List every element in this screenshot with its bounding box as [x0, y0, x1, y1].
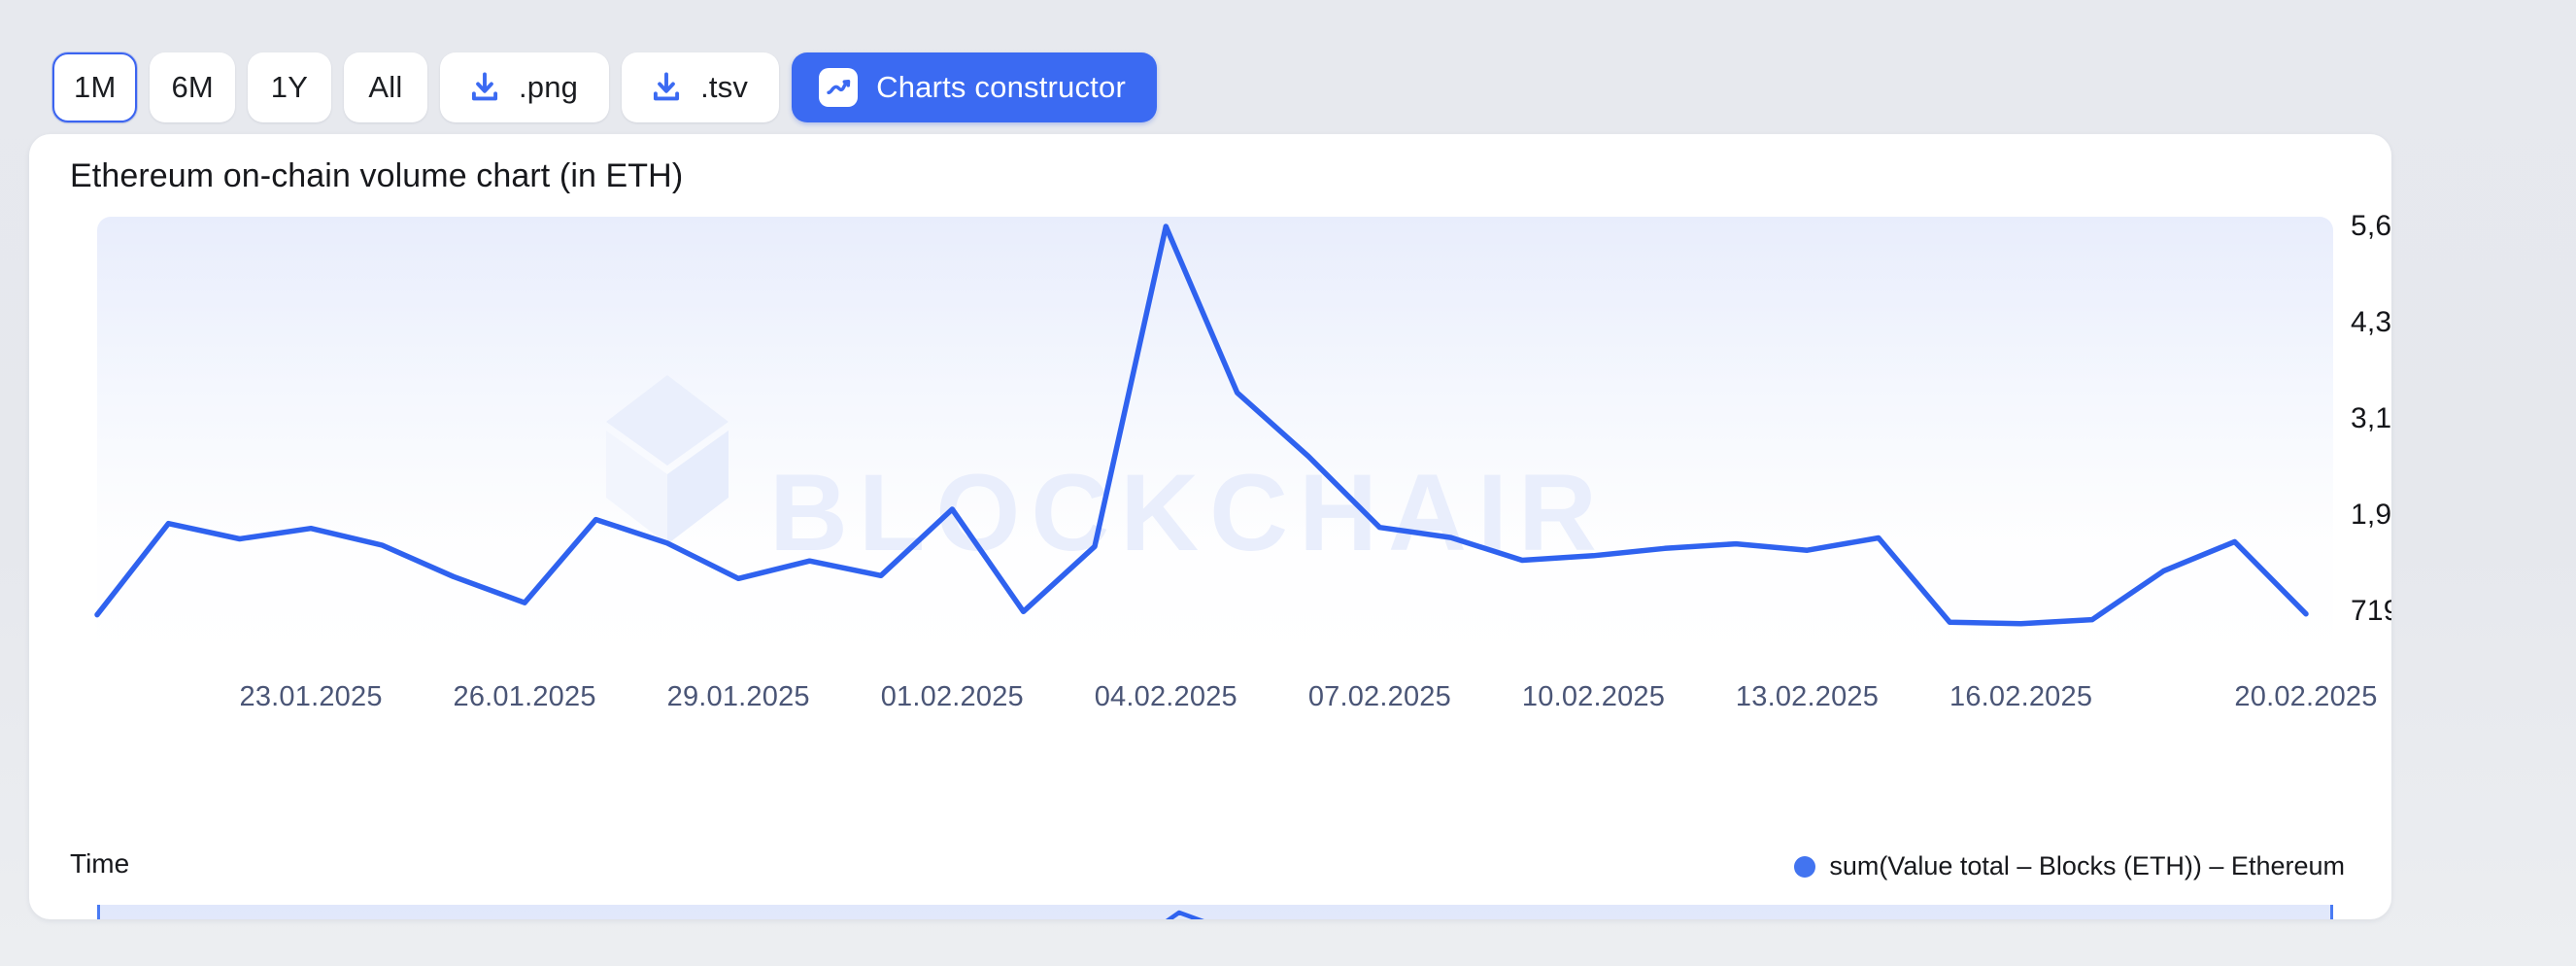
series-line-chart — [70, 217, 2333, 673]
navigator-mini-chart — [97, 905, 2333, 919]
x-axis-tick: 01.02.2025 — [881, 681, 1024, 713]
x-axis-tick: 26.01.2025 — [454, 681, 596, 713]
range-button-6m-label: 6M — [171, 70, 213, 105]
y-axis-tick: 1,939,250 — [2351, 499, 2391, 532]
download-icon — [649, 70, 684, 105]
download-tsv-label: .tsv — [700, 70, 748, 105]
range-button-all[interactable]: All — [344, 52, 427, 122]
series-polyline — [97, 226, 2306, 624]
y-axis-tick: 5,600,000 — [2351, 210, 2391, 243]
x-axis-tick: 20.02.2025 — [2234, 681, 2377, 713]
navigator-polyline — [97, 913, 2333, 919]
legend-color-dot — [1794, 856, 1815, 878]
chart-legend[interactable]: sum(Value total – Blocks (ETH)) – Ethere… — [1794, 851, 2345, 881]
y-axis-ticks: 5,600,0004,379,7503,159,5001,939,250719,… — [2351, 217, 2391, 673]
range-button-all-label: All — [368, 70, 402, 105]
x-axis-tick: 13.02.2025 — [1736, 681, 1879, 713]
chart-title: Ethereum on-chain volume chart (in ETH) — [70, 157, 683, 195]
download-icon — [467, 70, 502, 105]
range-button-6m[interactable]: 6M — [150, 52, 234, 122]
y-axis-tick: 3,159,500 — [2351, 402, 2391, 435]
x-axis-tick: 04.02.2025 — [1095, 681, 1237, 713]
x-axis-tick: 16.02.2025 — [1949, 681, 2092, 713]
download-png-label: .png — [519, 70, 578, 105]
range-button-1m-label: 1M — [74, 70, 116, 105]
x-axis-ticks: 23.01.2025 26.01.2025 29.01.2025 01.02.2025… — [70, 681, 2333, 720]
x-axis-tick: 29.01.2025 — [667, 681, 810, 713]
chart-plot-area[interactable]: BLOCKCHAIR 23.01.202526.01.202529.01.202… — [70, 217, 2333, 776]
line-chart-icon — [819, 68, 858, 107]
charts-constructor-button[interactable]: Charts constructor — [792, 52, 1157, 122]
x-axis-tick: 07.02.2025 — [1308, 681, 1451, 713]
charts-constructor-label: Charts constructor — [876, 70, 1126, 105]
download-png-button[interactable]: .png — [440, 52, 609, 122]
x-axis-tick: 23.01.2025 — [240, 681, 383, 713]
x-axis-title: Time — [70, 848, 129, 880]
range-button-1y[interactable]: 1Y — [248, 52, 331, 122]
range-navigator[interactable] — [70, 905, 2333, 919]
legend-label: sum(Value total – Blocks (ETH)) – Ethere… — [1829, 851, 2345, 881]
chart-card: Ethereum on-chain volume chart (in ETH) … — [29, 134, 2391, 919]
y-axis-tick: 4,379,750 — [2351, 306, 2391, 339]
chart-toolbar: 1M 6M 1Y All .png .tsv Charts constructo… — [0, 0, 2576, 134]
x-axis-tick: 10.02.2025 — [1522, 681, 1665, 713]
range-button-1m[interactable]: 1M — [52, 52, 137, 122]
download-tsv-button[interactable]: .tsv — [622, 52, 779, 122]
range-button-1y-label: 1Y — [271, 70, 308, 105]
y-axis-tick: 719,000 — [2351, 595, 2391, 628]
